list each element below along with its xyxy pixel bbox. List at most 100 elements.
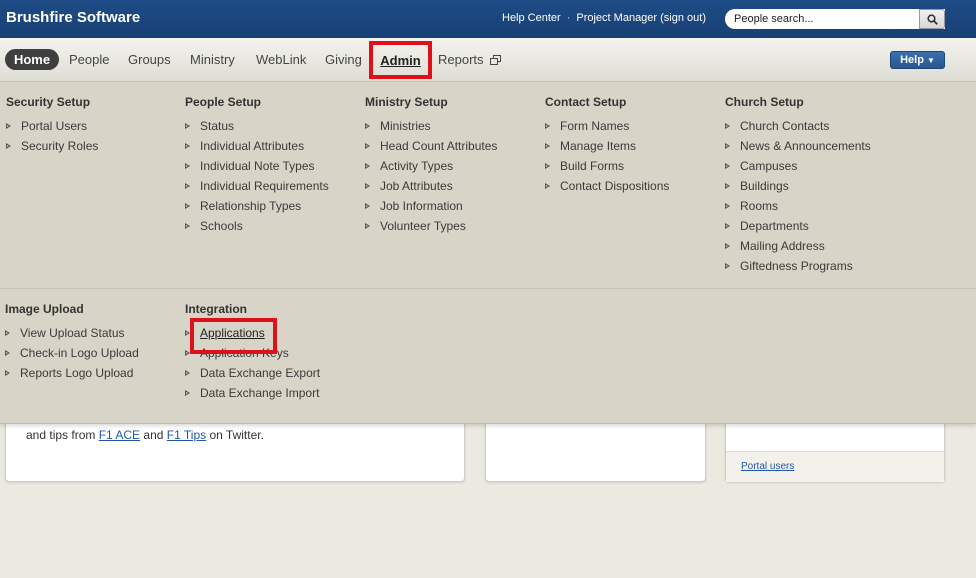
- menu-item[interactable]: Volunteer Types: [365, 216, 497, 236]
- menu-col-contact: Contact Setup Form Names Manage Items Bu…: [545, 95, 669, 196]
- menu-item[interactable]: Reports Logo Upload: [5, 363, 139, 383]
- menu-col-security: Security Setup Portal Users Security Rol…: [6, 95, 98, 156]
- bullet-icon: [185, 163, 190, 169]
- menu-item[interactable]: Individual Requirements: [185, 176, 329, 196]
- middle-card: [485, 420, 706, 482]
- menu-item[interactable]: Campuses: [725, 156, 871, 176]
- bullet-icon: [725, 163, 730, 169]
- bullet-icon: [5, 330, 10, 336]
- admin-dropdown-menu: Security Setup Portal Users Security Rol…: [0, 82, 976, 424]
- tips-text: and tips from F1 ACE and F1 Tips on Twit…: [26, 428, 264, 442]
- menu-item[interactable]: Job Information: [365, 196, 497, 216]
- nav-reports[interactable]: Reports: [438, 52, 502, 67]
- bullet-icon: [185, 390, 190, 396]
- f1-tips-link[interactable]: F1 Tips: [167, 428, 206, 442]
- bullet-icon: [6, 143, 11, 149]
- menu-col-image-upload: Image Upload View Upload Status Check-in…: [5, 302, 139, 383]
- menu-item[interactable]: Rooms: [725, 196, 871, 216]
- menu-heading: Image Upload: [5, 302, 84, 316]
- nav-admin-label: Admin: [380, 53, 421, 68]
- menu-item[interactable]: Data Exchange Import: [185, 383, 320, 403]
- bullet-icon: [365, 143, 370, 149]
- nav-giving[interactable]: Giving: [325, 52, 362, 67]
- menu-divider: [0, 288, 976, 289]
- bullet-icon: [545, 123, 550, 129]
- search-icon: [926, 13, 938, 25]
- menu-item[interactable]: News & Announcements: [725, 136, 871, 156]
- menu-item[interactable]: Mailing Address: [725, 236, 871, 256]
- menu-item[interactable]: View Upload Status: [5, 323, 139, 343]
- bullet-icon: [365, 183, 370, 189]
- menu-col-church: Church Setup Church Contacts News & Anno…: [725, 95, 871, 276]
- menu-item[interactable]: Status: [185, 116, 329, 136]
- bullet-icon: [185, 143, 190, 149]
- bullet-icon: [5, 350, 10, 356]
- popout-icon: [490, 55, 502, 65]
- help-label: Help: [900, 54, 924, 66]
- menu-heading: Security Setup: [6, 95, 91, 109]
- menu-item[interactable]: Check-in Logo Upload: [5, 343, 139, 363]
- nav-ministry[interactable]: Ministry: [190, 52, 235, 67]
- bullet-icon: [725, 143, 730, 149]
- menu-heading: People Setup: [185, 95, 262, 109]
- help-button[interactable]: Help ▼: [890, 51, 945, 69]
- menu-item[interactable]: Activity Types: [365, 156, 497, 176]
- menu-item[interactable]: Individual Attributes: [185, 136, 329, 156]
- nav-admin-highlighted[interactable]: Admin: [369, 41, 432, 79]
- search-input[interactable]: [734, 12, 914, 26]
- menu-heading: Ministry Setup: [365, 95, 448, 109]
- menu-col-people: People Setup Status Individual Attribute…: [185, 95, 329, 236]
- bullet-icon: [5, 370, 10, 376]
- menu-item[interactable]: Departments: [725, 216, 871, 236]
- nav-home[interactable]: Home: [5, 49, 59, 70]
- menu-item[interactable]: Schools: [185, 216, 329, 236]
- applications-highlight-box: [190, 318, 277, 354]
- menu-item[interactable]: Head Count Attributes: [365, 136, 497, 156]
- bullet-icon: [725, 263, 730, 269]
- bullet-icon: [545, 183, 550, 189]
- menu-heading: Contact Setup: [545, 95, 627, 109]
- menu-item[interactable]: Manage Items: [545, 136, 669, 156]
- search-button[interactable]: [919, 9, 945, 29]
- bullet-icon: [6, 123, 11, 129]
- bullet-icon: [365, 203, 370, 209]
- nav-reports-label: Reports: [438, 52, 484, 67]
- menu-item[interactable]: Individual Note Types: [185, 156, 329, 176]
- menu-item[interactable]: Job Attributes: [365, 176, 497, 196]
- nav-people[interactable]: People: [69, 52, 109, 67]
- menu-item[interactable]: Form Names: [545, 116, 669, 136]
- bullet-icon: [185, 370, 190, 376]
- menu-heading: Integration: [185, 302, 247, 316]
- portal-users-link[interactable]: Portal users: [741, 461, 794, 472]
- menu-item[interactable]: Church Contacts: [725, 116, 871, 136]
- f1-ace-link[interactable]: F1 ACE: [99, 428, 140, 442]
- user-signout-link[interactable]: Project Manager (sign out): [576, 12, 706, 24]
- main-nav: Home People Groups Ministry WebLink Givi…: [0, 38, 976, 82]
- top-links: Help Center · Project Manager (sign out): [502, 12, 706, 24]
- bullet-icon: [365, 123, 370, 129]
- menu-item[interactable]: Giftedness Programs: [725, 256, 871, 276]
- menu-heading: Church Setup: [725, 95, 804, 109]
- menu-col-ministry: Ministry Setup Ministries Head Count Att…: [365, 95, 497, 236]
- nav-weblink[interactable]: WebLink: [256, 52, 306, 67]
- caret-down-icon: ▼: [926, 56, 935, 65]
- top-header: Brushfire Software Help Center · Project M…: [0, 0, 976, 38]
- menu-item[interactable]: Buildings: [725, 176, 871, 196]
- bullet-icon: [185, 123, 190, 129]
- menu-item[interactable]: Contact Dispositions: [545, 176, 669, 196]
- bullet-icon: [545, 163, 550, 169]
- bullet-icon: [725, 243, 730, 249]
- menu-item[interactable]: Relationship Types: [185, 196, 329, 216]
- bullet-icon: [185, 203, 190, 209]
- bullet-icon: [365, 223, 370, 229]
- menu-item[interactable]: Build Forms: [545, 156, 669, 176]
- help-center-link[interactable]: Help Center: [502, 12, 561, 24]
- bullet-icon: [725, 203, 730, 209]
- menu-item[interactable]: Data Exchange Export: [185, 363, 320, 383]
- bullet-icon: [545, 143, 550, 149]
- bullet-icon: [725, 223, 730, 229]
- nav-groups[interactable]: Groups: [128, 52, 171, 67]
- menu-item-security-roles[interactable]: Security Roles: [6, 136, 98, 156]
- menu-item-portal-users[interactable]: Portal Users: [6, 116, 98, 136]
- menu-item[interactable]: Ministries: [365, 116, 497, 136]
